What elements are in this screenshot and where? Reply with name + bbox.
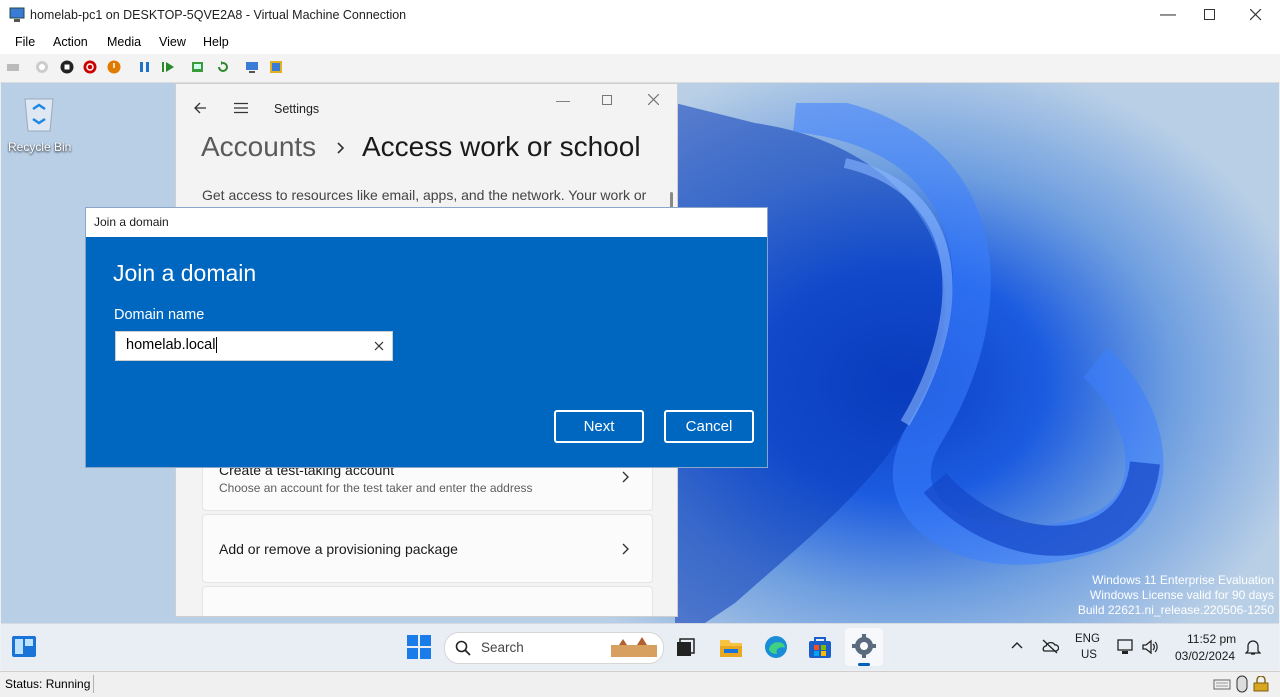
host-status-bar: Status: Running (0, 671, 1280, 697)
taskbar-search-box[interactable]: Search (444, 632, 664, 664)
status-divider (93, 675, 94, 693)
active-app-indicator (858, 663, 870, 666)
chevron-right-icon (622, 543, 629, 555)
next-button[interactable]: Next (554, 410, 644, 443)
settings-taskbar-button[interactable] (845, 628, 883, 666)
settings-minimize-button[interactable]: — (556, 92, 570, 108)
menu-view[interactable]: View (159, 35, 186, 49)
search-icon (455, 640, 471, 656)
host-window-title: homelab-pc1 on DESKTOP-5QVE2A8 - Virtual… (30, 8, 407, 22)
clock-date[interactable]: 03/02/2024 (1175, 649, 1235, 663)
notifications-icon[interactable] (1245, 638, 1261, 656)
task-view-icon[interactable] (672, 634, 698, 660)
host-title-bar: homelab-pc1 on DESKTOP-5QVE2A8 - Virtual… (0, 0, 1280, 31)
settings-app-title: Settings (274, 102, 320, 116)
list-item-subtitle: Choose an account for the test taker and… (219, 481, 533, 495)
store-icon[interactable] (807, 634, 833, 660)
search-placeholder: Search (481, 640, 524, 655)
onedrive-offline-icon[interactable] (1041, 638, 1059, 654)
back-arrow-icon[interactable] (193, 101, 207, 115)
close-button[interactable] (1250, 9, 1262, 21)
share-icon[interactable] (269, 60, 283, 74)
file-explorer-icon[interactable] (718, 634, 744, 660)
domain-name-label: Domain name (114, 307, 205, 323)
widgets-icon[interactable] (11, 634, 37, 660)
clock-time[interactable]: 11:52 pm (1187, 632, 1236, 646)
pause-icon[interactable] (138, 60, 152, 74)
list-item-partial[interactable] (202, 586, 653, 616)
checkpoint-icon[interactable] (191, 60, 205, 74)
keyboard-status-icon (1213, 679, 1231, 690)
chevron-right-icon (622, 471, 629, 483)
breadcrumb-chevron-icon (337, 142, 345, 154)
settings-gear-icon (852, 634, 876, 658)
minimize-button[interactable]: — (1160, 6, 1176, 24)
hamburger-menu-icon[interactable] (233, 102, 249, 114)
menu-media[interactable]: Media (107, 35, 141, 49)
watermark-line-2: Windows License valid for 90 days (1089, 588, 1274, 602)
enhanced-session-icon[interactable] (245, 60, 259, 74)
ctrl-alt-del-icon[interactable] (6, 60, 20, 74)
list-item-provisioning[interactable]: Add or remove a provisioning package (202, 514, 653, 583)
language-indicator[interactable]: ENG (1075, 633, 1100, 645)
cancel-button[interactable]: Cancel (664, 410, 754, 443)
recycle-bin-icon[interactable] (21, 93, 57, 133)
vm-connection-icon (9, 7, 25, 22)
menu-file[interactable]: File (15, 35, 35, 49)
dialog-title-bar: Join a domain (86, 208, 767, 237)
host-menu-bar: File Action Media View Help (0, 31, 1280, 54)
resume-icon[interactable] (161, 60, 175, 74)
list-item-title: Add or remove a provisioning package (219, 541, 458, 557)
host-toolbar (0, 54, 1280, 83)
settings-maximize-button[interactable] (602, 95, 612, 105)
menu-help[interactable]: Help (203, 35, 229, 49)
mouse-status-icon (1236, 675, 1248, 693)
recycle-bin-label[interactable]: Recycle Bin (8, 140, 71, 154)
show-hidden-icons-chevron[interactable] (1011, 641, 1023, 649)
join-domain-dialog: Join a domain Join a domain Domain name … (85, 207, 768, 468)
breadcrumb-parent[interactable]: Accounts (201, 131, 316, 163)
volume-icon[interactable] (1141, 638, 1159, 656)
maximize-button[interactable] (1204, 9, 1216, 21)
save-state-icon[interactable] (107, 60, 121, 74)
domain-name-value: homelab.local (126, 337, 218, 353)
page-title: Access work or school (362, 131, 641, 162)
keyboard-layout-indicator[interactable]: US (1081, 649, 1097, 661)
vm-status-text: Status: Running (5, 677, 91, 691)
watermark-line-3: Build 22621.ni_release.220506-1250 (1077, 603, 1274, 617)
dialog-window-title: Join a domain (94, 215, 169, 229)
start-icon[interactable] (35, 60, 49, 74)
start-windows-icon[interactable] (406, 634, 432, 660)
revert-icon[interactable] (216, 60, 230, 74)
search-highlight-icon (611, 637, 657, 657)
settings-close-button[interactable] (648, 94, 659, 105)
page-description: Get access to resources like email, apps… (202, 187, 647, 203)
domain-name-input[interactable]: homelab.local (115, 331, 393, 361)
turn-off-icon[interactable] (60, 60, 74, 74)
shutdown-icon[interactable] (83, 60, 97, 74)
clear-input-icon[interactable] (374, 341, 384, 351)
dialog-heading: Join a domain (113, 260, 257, 286)
watermark-line-1: Windows 11 Enterprise Evaluation (1092, 573, 1274, 587)
taskbar: Search ENG US 11:52 pm 03/02/2024 (1, 623, 1279, 670)
network-icon[interactable] (1116, 638, 1134, 656)
evaluation-watermark: Windows 11 Enterprise Evaluation Windows… (1041, 573, 1274, 618)
edge-icon[interactable] (763, 634, 789, 660)
lock-status-icon (1253, 676, 1269, 692)
menu-action[interactable]: Action (53, 35, 88, 49)
vm-desktop: Recycle Bin Settings — Accounts Access w… (1, 83, 1279, 670)
